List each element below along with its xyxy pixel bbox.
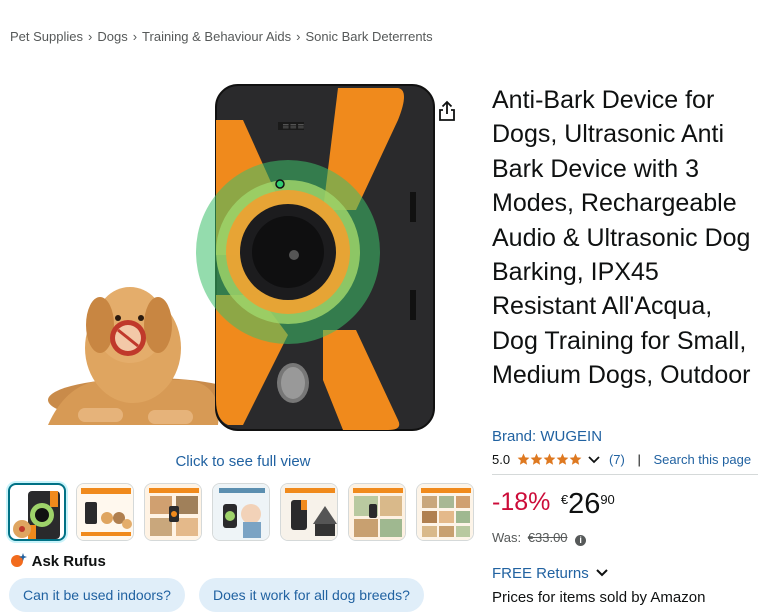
price-row: -18% €2690 xyxy=(492,488,615,521)
chevron-down-icon[interactable] xyxy=(588,453,600,468)
thumbnail-4[interactable] xyxy=(212,483,270,541)
ask-rufus-heading: Ask Rufus xyxy=(10,552,106,570)
product-title: Anti-Bark Device for Dogs, Ultrasonic An… xyxy=(492,86,751,390)
breadcrumb-item-pet-supplies[interactable]: Pet Supplies xyxy=(10,29,83,44)
thumbnail-6[interactable] xyxy=(348,483,406,541)
info-icon[interactable]: i xyxy=(575,535,587,546)
rufus-question-chip-indoors[interactable]: Can it be used indoors? xyxy=(9,578,185,612)
was-label: Was: xyxy=(492,530,522,545)
chevron-down-icon xyxy=(596,569,608,577)
share-icon[interactable] xyxy=(436,99,458,123)
search-this-page-link[interactable]: Search this page xyxy=(653,452,751,467)
price: €2690 xyxy=(561,488,615,521)
click-to-see-full-view-link[interactable]: Click to see full view xyxy=(120,453,366,470)
rufus-question-chip-breeds[interactable]: Does it work for all dog breeds? xyxy=(199,578,424,612)
price-currency: € xyxy=(560,492,569,507)
thumbnail-1[interactable] xyxy=(8,483,66,541)
was-price: €33.00 xyxy=(527,530,568,545)
thumbnail-3[interactable] xyxy=(144,483,202,541)
free-returns-label: FREE Returns xyxy=(492,565,589,582)
breadcrumb-separator: › xyxy=(132,29,138,44)
thumbnail-2[interactable] xyxy=(76,483,134,541)
was-price-row: Was: €33.00 i xyxy=(492,530,587,546)
anti-bark-device: ≡≡≡ xyxy=(196,84,435,431)
thumbnail-7[interactable] xyxy=(416,483,474,541)
price-fraction: 90 xyxy=(600,492,615,507)
rating-count-link[interactable]: (7) xyxy=(609,452,625,467)
rating-score: 5.0 xyxy=(492,452,511,467)
breadcrumb-item-training[interactable]: Training & Behaviour Aids xyxy=(142,29,291,44)
discount-percent: -18% xyxy=(492,488,551,516)
breadcrumb-item-dogs[interactable]: Dogs xyxy=(97,29,127,44)
rufus-icon xyxy=(11,553,27,567)
brand-link[interactable]: Brand: WUGEIN xyxy=(492,428,602,445)
free-returns-link[interactable]: FREE Returns xyxy=(492,565,609,582)
breadcrumb-separator: › xyxy=(88,29,93,44)
rating-row: 5.0 (7) | Search this page xyxy=(492,452,758,475)
thumbnail-5[interactable] xyxy=(280,483,338,541)
star-rating-icon[interactable] xyxy=(517,453,585,469)
main-product-image[interactable]: ≡≡≡ xyxy=(38,80,448,440)
ask-rufus-label: Ask Rufus xyxy=(31,553,106,570)
price-whole: 26 xyxy=(568,488,601,520)
divider: | xyxy=(637,452,641,467)
svg-text:≡≡≡: ≡≡≡ xyxy=(282,122,305,132)
breadcrumb: Pet Supplies › Dogs › Training & Behaviour A… xyxy=(10,29,433,44)
breadcrumb-separator: › xyxy=(296,29,301,44)
breadcrumb-item-sonic-bark-deterrents[interactable]: Sonic Bark Deterrents xyxy=(306,29,433,44)
